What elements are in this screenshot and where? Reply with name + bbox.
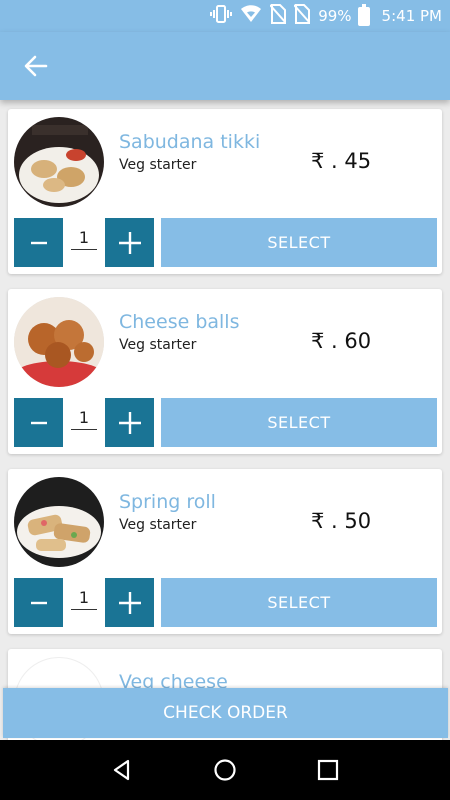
minus-icon — [30, 601, 47, 604]
nav-home-button[interactable] — [205, 750, 245, 790]
battery-percent: 99% — [318, 7, 352, 25]
item-price: ₹ . 60 — [311, 329, 372, 353]
item-category: Veg starter — [119, 337, 197, 353]
item-image — [14, 117, 104, 207]
wifi-icon — [240, 5, 262, 27]
quantity-value[interactable]: 1 — [71, 228, 97, 250]
item-price: ₹ . 45 — [311, 149, 372, 173]
no-sim-icon — [269, 4, 287, 28]
plus-icon — [118, 591, 141, 614]
minus-icon — [30, 241, 47, 244]
back-button[interactable] — [20, 52, 52, 80]
quantity-value[interactable]: 1 — [71, 408, 97, 430]
plus-icon — [118, 231, 141, 254]
decrease-quantity-button[interactable] — [14, 218, 63, 267]
app-bar — [0, 32, 450, 100]
status-icons: 99% 5:41 PM — [210, 3, 442, 28]
circle-home-icon — [214, 759, 236, 781]
quantity-value[interactable]: 1 — [71, 588, 97, 610]
select-button[interactable]: SELECT — [161, 218, 437, 267]
item-category: Veg starter — [119, 517, 197, 533]
minus-icon — [30, 421, 47, 424]
item-name: Sabudana tikki — [119, 131, 261, 153]
decrease-quantity-button[interactable] — [14, 398, 63, 447]
nav-recents-button[interactable] — [308, 750, 348, 790]
nav-back-button[interactable] — [102, 750, 142, 790]
no-sim-icon — [293, 4, 311, 28]
check-order-button[interactable]: CHECK ORDER — [3, 688, 448, 738]
increase-quantity-button[interactable] — [105, 398, 154, 447]
clock: 5:41 PM — [381, 7, 442, 25]
select-button[interactable]: SELECT — [161, 398, 437, 447]
vibrate-icon — [210, 5, 233, 27]
status-bar: 99% 5:41 PM — [0, 0, 450, 32]
item-image — [14, 297, 104, 387]
menu-item-card: Cheese balls Veg starter ₹ . 60 1 SELECT — [8, 289, 442, 454]
square-recents-icon — [318, 759, 339, 781]
item-name: Cheese balls — [119, 311, 240, 333]
arrow-left-icon — [24, 55, 48, 77]
menu-list[interactable]: Sabudana tikki Veg starter ₹ . 45 1 SELE… — [0, 100, 450, 740]
menu-item-card: Sabudana tikki Veg starter ₹ . 45 1 SELE… — [8, 109, 442, 274]
item-image — [14, 477, 104, 567]
battery-icon — [357, 3, 370, 26]
menu-item-card: Spring roll Veg starter ₹ . 50 1 SELECT — [8, 469, 442, 634]
navigation-bar — [0, 740, 450, 800]
decrease-quantity-button[interactable] — [14, 578, 63, 627]
item-category: Veg starter — [119, 157, 197, 173]
item-price: ₹ . 50 — [311, 509, 372, 533]
item-name: Spring roll — [119, 491, 216, 513]
select-button[interactable]: SELECT — [161, 578, 437, 627]
plus-icon — [118, 411, 141, 434]
triangle-back-icon — [113, 759, 129, 781]
increase-quantity-button[interactable] — [105, 218, 154, 267]
increase-quantity-button[interactable] — [105, 578, 154, 627]
